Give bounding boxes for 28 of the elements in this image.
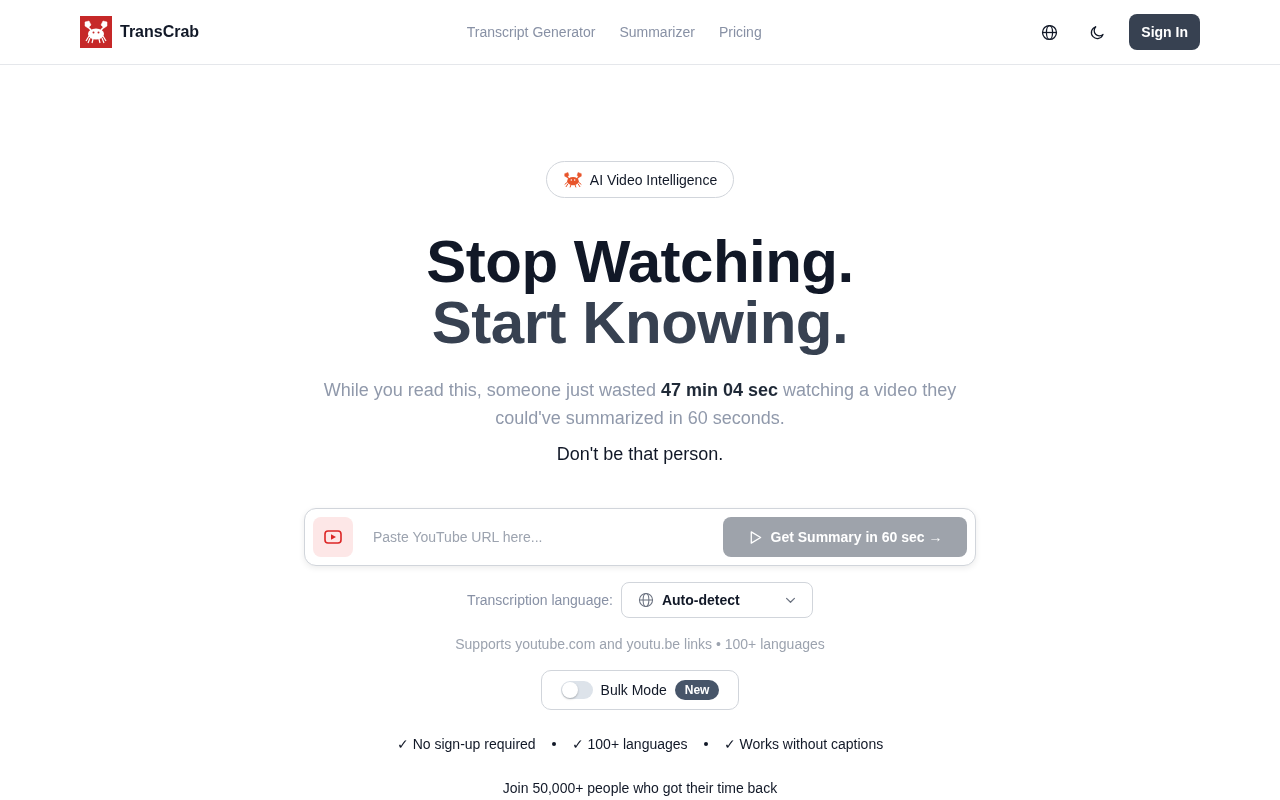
supports-note: Supports youtube.com and youtu.be links • 100+ languages bbox=[455, 635, 825, 654]
url-input[interactable]: Paste YouTube URL here... bbox=[353, 517, 723, 557]
benefit-text: ✓ Works without captions bbox=[723, 735, 884, 754]
bulk-mode-label: Bulk Mode bbox=[600, 682, 667, 698]
punchline-text: Don't be that person. bbox=[556, 443, 724, 466]
chevron-down-icon bbox=[784, 596, 796, 604]
video-play-icon bbox=[313, 517, 353, 557]
benefit-text: ✓ No sign-up required bbox=[396, 735, 536, 754]
brand-name[interactable]: TransCrab bbox=[120, 23, 200, 41]
globe-icon bbox=[1040, 23, 1058, 41]
benefit-text: ✓ 100+ languages bbox=[571, 735, 688, 754]
nav-link[interactable]: Summarizer bbox=[619, 24, 695, 40]
moon-icon bbox=[1088, 23, 1106, 41]
nav-link[interactable]: Transcript Generator bbox=[466, 24, 596, 40]
crab-icon bbox=[562, 171, 583, 188]
lead-paragraph: While you read this, someone just wasted 47 min 04 sec watching a video they could've summarized in 60 seconds. bbox=[322, 379, 958, 430]
nav-link[interactable]: Pricing bbox=[718, 24, 762, 40]
language-select[interactable]: Auto-detect bbox=[620, 582, 813, 618]
new-badge: New bbox=[674, 680, 720, 700]
globe-icon bbox=[637, 592, 654, 608]
headline: Stop Watching. bbox=[426, 231, 854, 292]
social-proof-text: Join 50,000+ people who got their time back bbox=[502, 779, 778, 798]
bullet-icon bbox=[551, 742, 556, 746]
sign-in-button[interactable]: Sign In bbox=[1129, 14, 1200, 50]
bullet-icon bbox=[703, 742, 708, 746]
crab-logo-icon[interactable] bbox=[80, 16, 112, 48]
language-label: Transcription language: bbox=[467, 592, 613, 608]
bulk-mode-toggle[interactable] bbox=[560, 681, 593, 699]
